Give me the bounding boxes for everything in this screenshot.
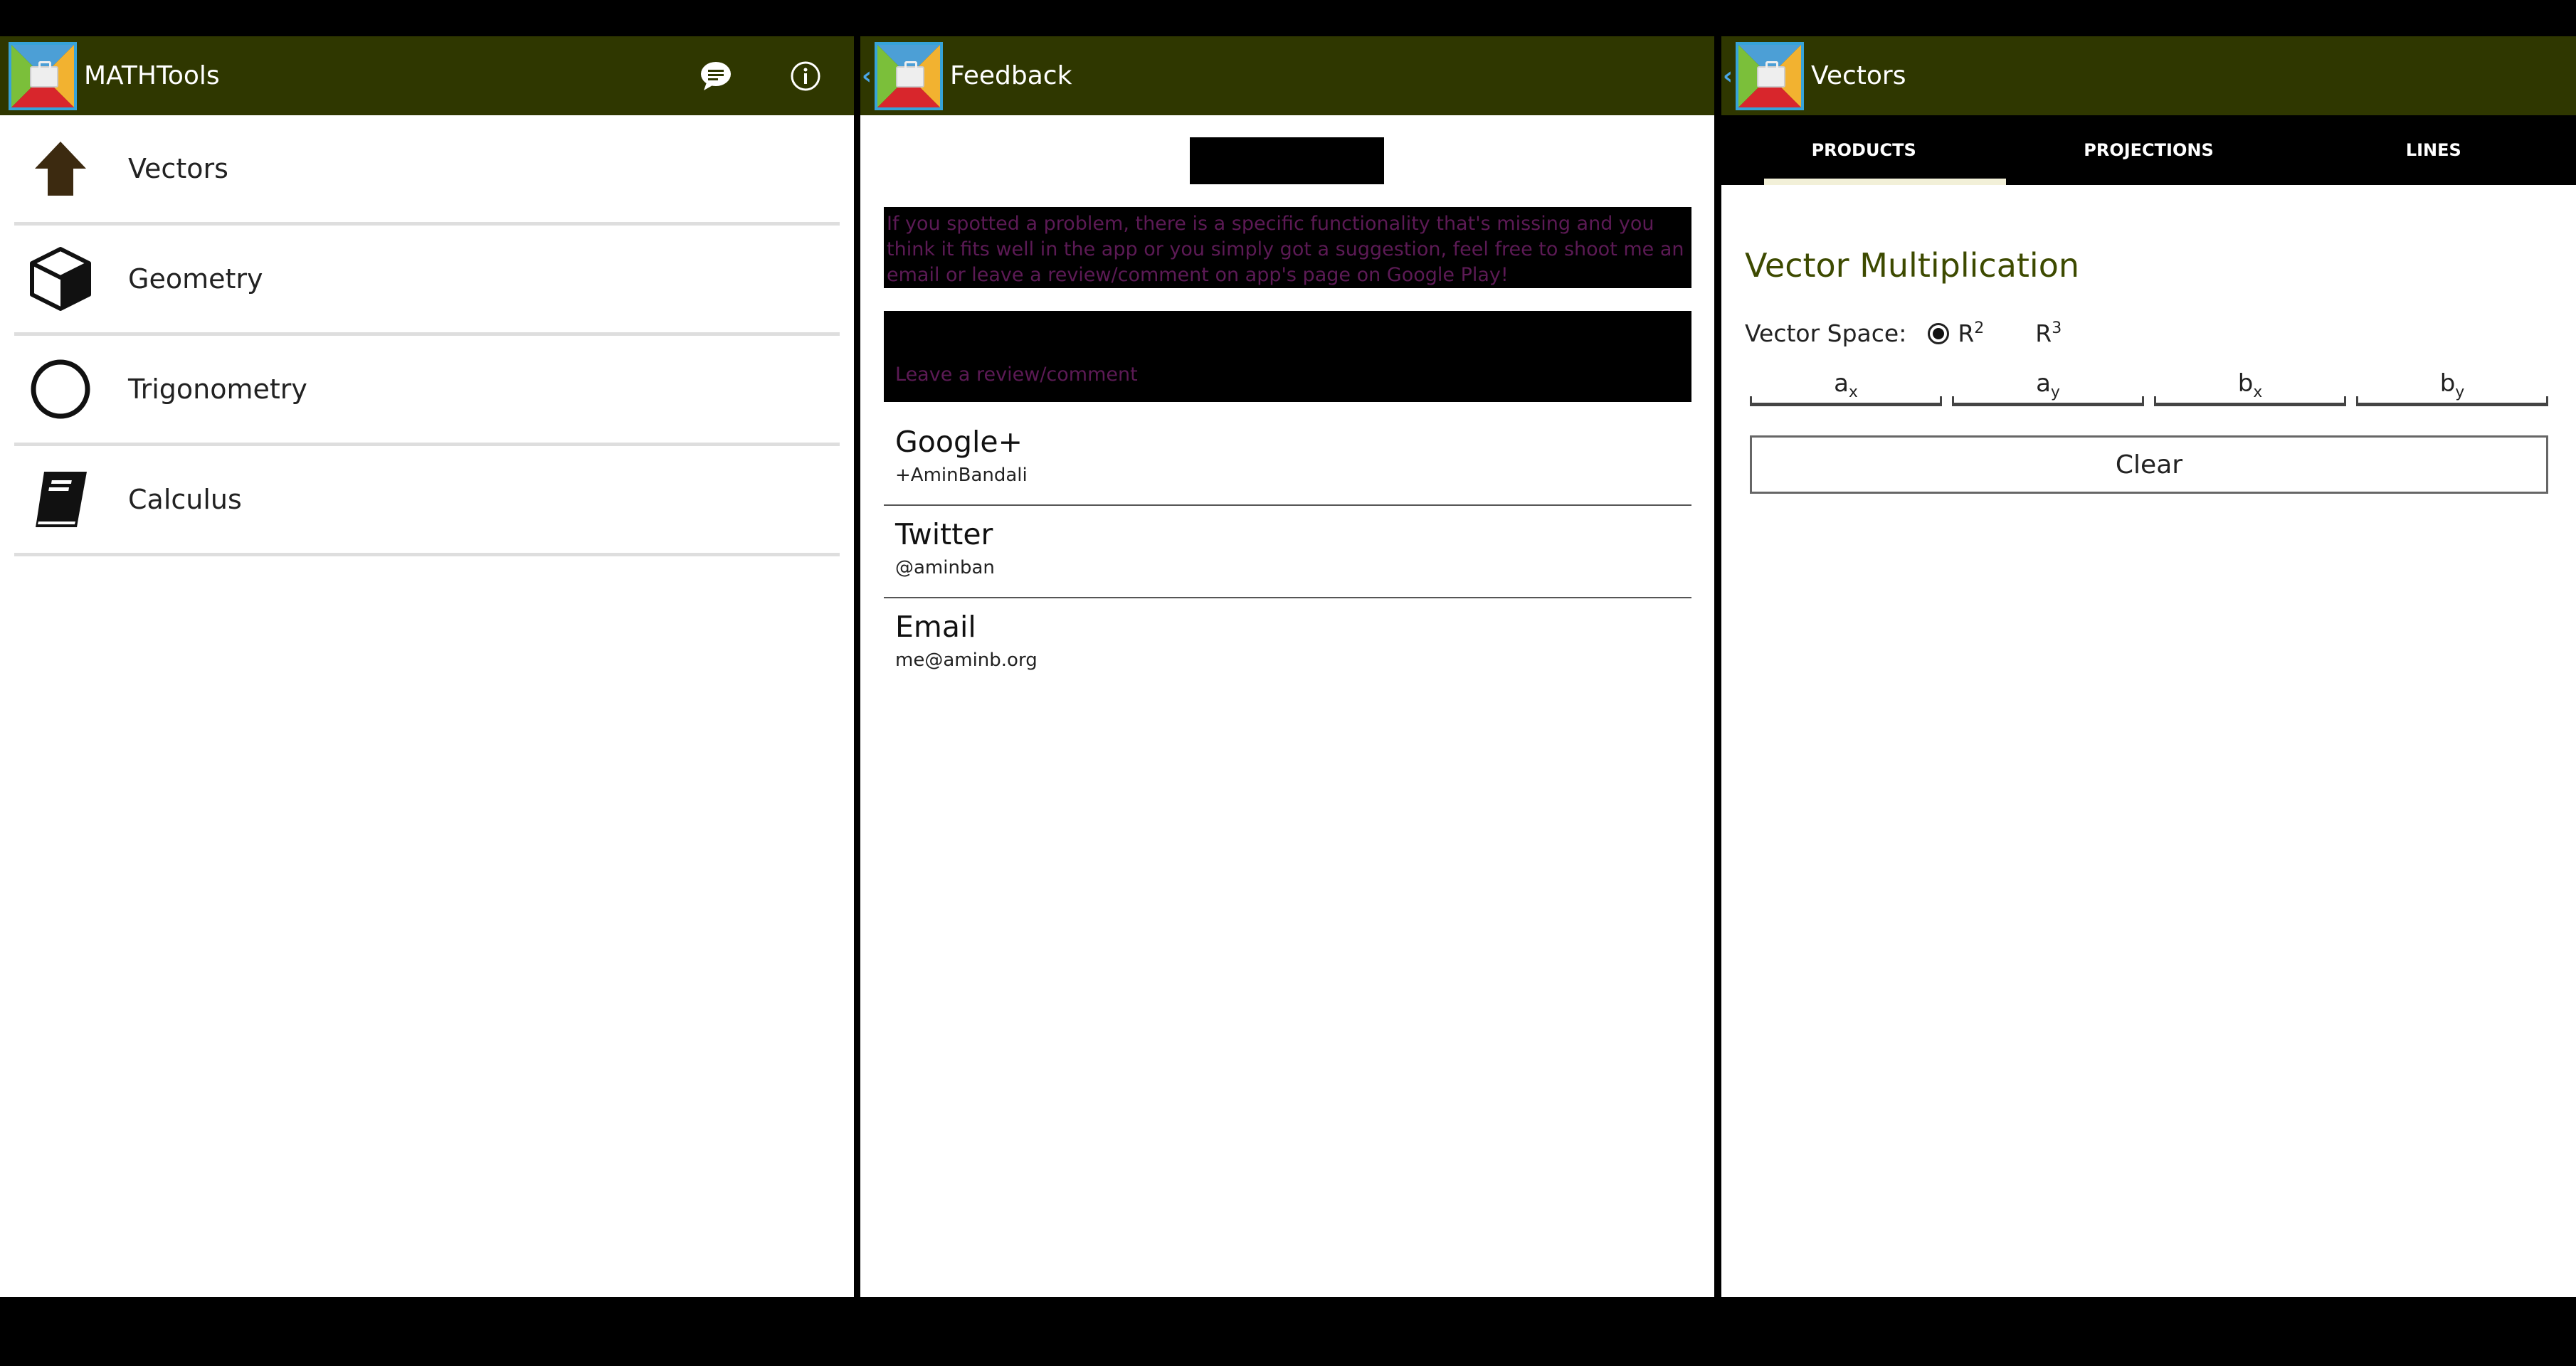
contact-name: Email	[895, 610, 976, 644]
clear-button[interactable]: Clear	[1750, 435, 2548, 494]
app-title: MATHTools	[84, 61, 220, 90]
vector-space-label: Vector Space:	[1745, 319, 1907, 347]
book-icon	[14, 467, 107, 531]
menu-item-calculus[interactable]: Calculus	[14, 446, 840, 556]
menu-item-label: Geometry	[128, 263, 263, 295]
back-chevron-icon[interactable]: ‹	[1723, 64, 1736, 88]
contact-item-googleplus[interactable]: Google+ +AminBandali	[884, 413, 1691, 506]
app-logo-icon[interactable]	[1736, 41, 1804, 110]
ax-input[interactable]: ax	[1750, 369, 1942, 406]
radio-r2-label: R2	[1958, 319, 1985, 347]
menu-item-geometry[interactable]: Geometry	[14, 226, 840, 336]
info-icon[interactable]	[786, 56, 825, 96]
action-bar: ‹ Vectors	[1721, 36, 2576, 115]
tab-products[interactable]: PRODUCTS	[1721, 115, 2007, 185]
radio-r2[interactable]	[1928, 322, 1950, 344]
ay-placeholder: ay	[2036, 369, 2060, 401]
app-logo-icon[interactable]	[875, 41, 943, 110]
menu-item-label: Calculus	[128, 484, 242, 515]
circle-icon	[14, 357, 107, 421]
menu-item-trigonometry[interactable]: Trigonometry	[14, 336, 840, 446]
contact-value: @aminban	[895, 557, 995, 578]
menu-item-label: Trigonometry	[128, 374, 307, 405]
radio-r3[interactable]	[2005, 322, 2027, 344]
up-arrow-icon	[14, 139, 107, 198]
vector-space-selector: Vector Space: R2 R3	[1745, 319, 2062, 347]
contact-name: Twitter	[895, 517, 993, 551]
action-bar: ‹ Feedback	[860, 36, 1714, 115]
screen-title: Vectors	[1811, 61, 1906, 90]
menu-item-vectors[interactable]: Vectors	[14, 115, 840, 226]
contact-item-twitter[interactable]: Twitter @aminban	[884, 506, 1691, 598]
contact-name: Google+	[895, 425, 1023, 459]
ax-placeholder: ax	[1834, 369, 1858, 401]
feedback-chat-icon[interactable]	[696, 56, 736, 96]
review-button-label: Leave a review/comment	[895, 364, 1138, 386]
contact-item-email[interactable]: Email me@aminb.org	[884, 598, 1691, 691]
radio-r3-label: R3	[2035, 319, 2062, 347]
cube-icon	[14, 245, 107, 313]
contact-value: +AminBandali	[895, 465, 1028, 486]
action-bar: MATHTools	[0, 36, 854, 115]
screen-title: Feedback	[950, 61, 1072, 90]
by-placeholder: by	[2439, 369, 2465, 401]
review-button[interactable]: Leave a review/comment	[884, 311, 1691, 402]
tab-lines[interactable]: LINES	[2291, 115, 2576, 185]
feedback-panel: ‹ Feedback If you spotted a problem, the…	[860, 36, 1714, 1297]
bx-input[interactable]: bx	[2154, 369, 2346, 406]
tab-projections[interactable]: PROJECTIONS	[2006, 115, 2291, 185]
vector-inputs: ax ay bx by	[1750, 369, 2548, 406]
menu-item-label: Vectors	[128, 153, 228, 184]
tools-menu: Vectors Geometry Trigonometry Calculus	[14, 115, 840, 556]
feedback-description: If you spotted a problem, there is a spe…	[884, 207, 1691, 288]
section-heading: Vector Multiplication	[1745, 246, 2079, 285]
tab-bar: PRODUCTS PROJECTIONS LINES	[1721, 115, 2576, 185]
mathtools-panel: MATHTools Vectors Geometry Trigonometry …	[0, 36, 854, 1297]
back-chevron-icon[interactable]: ‹	[862, 64, 875, 88]
app-logo-icon[interactable]	[9, 41, 77, 110]
by-input[interactable]: by	[2356, 369, 2548, 406]
feedback-logo-image	[1190, 137, 1384, 184]
contact-list: Google+ +AminBandali Twitter @aminban Em…	[884, 413, 1691, 691]
vectors-panel: ‹ Vectors PRODUCTS PROJECTIONS LINES Vec…	[1721, 36, 2576, 1297]
ay-input[interactable]: ay	[1952, 369, 2144, 406]
contact-value: me@aminb.org	[895, 650, 1038, 671]
bx-placeholder: bx	[2237, 369, 2263, 401]
